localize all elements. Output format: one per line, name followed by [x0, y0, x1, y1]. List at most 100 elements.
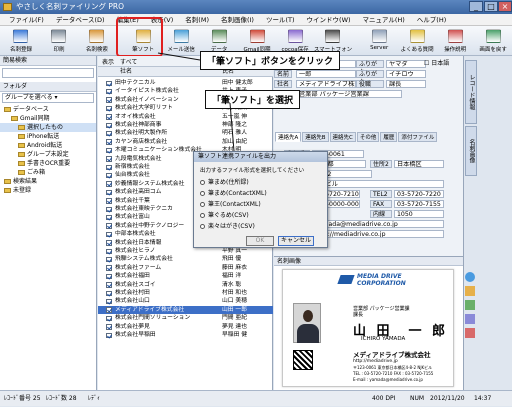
view-menu[interactable]: 表示	[102, 57, 114, 66]
close-button[interactable]: ×	[498, 1, 512, 12]
row-checkbox[interactable]	[106, 223, 112, 229]
menu-item[interactable]: マニュアル(H)	[357, 14, 411, 25]
row-checkbox[interactable]	[106, 122, 112, 128]
field-value[interactable]: yamada@mediadrive.co.jp	[312, 220, 444, 228]
tree-item[interactable]: グループ未設定	[0, 150, 96, 159]
row-checkbox[interactable]	[106, 231, 112, 238]
menu-item[interactable]: 名刺画像(I)	[215, 14, 260, 25]
toolbar-button-card-search[interactable]: 名刺検索	[78, 26, 116, 56]
row-checkbox[interactable]	[106, 172, 112, 179]
row-checkbox[interactable]	[106, 273, 112, 280]
row-checkbox[interactable]	[106, 240, 112, 246]
tree-item[interactable]: Android転送	[0, 141, 96, 150]
rotate-icon[interactable]	[465, 272, 475, 282]
field-value[interactable]: 1050	[394, 210, 444, 218]
row-checkbox[interactable]	[106, 198, 112, 204]
row-checkbox[interactable]	[106, 181, 112, 187]
list-row[interactable]: 株式会社山口 山口 美穂	[98, 297, 273, 305]
field-value[interactable]: 03-5720-7220	[394, 190, 444, 198]
zoom-icon[interactable]	[465, 300, 475, 310]
delete-image-icon[interactable]	[465, 328, 475, 338]
tree-item[interactable]: iPhone転送	[0, 132, 96, 141]
row-checkbox[interactable]	[106, 248, 112, 254]
toolbar-button-card-add[interactable]: 名刺登録	[2, 26, 40, 56]
detail-tab[interactable]: その他	[356, 132, 380, 142]
field-value[interactable]: 一郎	[296, 70, 356, 78]
radio-button[interactable]	[200, 180, 205, 185]
cancel-button[interactable]: キャンセル	[278, 236, 314, 246]
radio-button[interactable]	[200, 224, 205, 229]
field-value[interactable]: http://mediadrive.co.jp	[312, 230, 444, 238]
row-checkbox[interactable]	[106, 97, 112, 103]
row-checkbox[interactable]	[106, 80, 112, 86]
card-image-tab[interactable]: 名刺画像	[465, 126, 477, 176]
list-row[interactable]: 株式会社福田 福田 洋	[98, 272, 273, 280]
toolbar-button-help[interactable]: 操作説明	[436, 26, 474, 56]
ok-button[interactable]: OK	[246, 236, 274, 246]
row-checkbox[interactable]	[106, 88, 112, 95]
field-value[interactable]: NJKビル	[312, 180, 444, 188]
tree-item[interactable]: 未登録	[0, 186, 96, 195]
field-value[interactable]: イチロウ	[386, 70, 426, 78]
menu-item[interactable]: 名刺(M)	[179, 14, 215, 25]
row-checkbox[interactable]	[106, 147, 112, 154]
detail-tab[interactable]: 連絡先C	[329, 132, 356, 142]
format-option[interactable]: 筆ぐるめ(CSV)	[200, 211, 249, 220]
row-checkbox[interactable]	[106, 206, 112, 212]
toolbar-button-server[interactable]: Server	[360, 26, 398, 56]
tree-item[interactable]: ごみ箱	[0, 168, 96, 177]
detail-tab[interactable]: 連絡先B	[302, 132, 329, 142]
list-row[interactable]: 田中テクニカル 田中 健太郎	[98, 79, 273, 87]
list-row[interactable]: 株式会社スゴイ 清水 聡	[98, 281, 273, 289]
format-option[interactable]: 筆まめ(住所録)	[200, 178, 249, 187]
radio-button[interactable]	[200, 202, 205, 207]
format-option[interactable]: 筆王(ContactXML)	[200, 200, 261, 209]
format-option[interactable]: 楽々はがき(CSV)	[200, 222, 255, 231]
row-checkbox[interactable]	[106, 332, 112, 338]
record-info-tab[interactable]: レコード情報	[465, 60, 477, 124]
menu-item[interactable]: データベース(D)	[50, 14, 111, 25]
list-row[interactable]: 株式会社夢見 夢見 達也	[98, 323, 273, 331]
field-value[interactable]: メディアドライブ株式会社	[296, 80, 356, 88]
row-checkbox[interactable]	[106, 298, 112, 305]
flip-icon[interactable]	[465, 314, 475, 324]
list-row[interactable]: メディアドライブ株式会社 山田 一郎	[98, 305, 273, 315]
row-checkbox[interactable]	[106, 114, 112, 120]
menu-item[interactable]: ヘルプ(H)	[411, 14, 452, 25]
field-value[interactable]: 日本橋区	[394, 160, 444, 168]
row-checkbox[interactable]	[106, 189, 112, 196]
simple-search-input[interactable]	[2, 68, 94, 78]
tree-item[interactable]: 選択したもの	[0, 123, 96, 132]
filter-all[interactable]: すべて	[120, 57, 137, 66]
toolbar-button-faq[interactable]: よくある質問	[398, 26, 436, 56]
list-row[interactable]: 飛騨システム株式会社 飛田 優	[98, 255, 273, 263]
menu-item[interactable]: ツール(T)	[260, 14, 301, 25]
toolbar-button-printer[interactable]: 印刷	[40, 26, 78, 56]
tree-item[interactable]: 検索結果	[0, 177, 96, 186]
minimize-button[interactable]: _	[469, 1, 483, 12]
field-value[interactable]: 03-5720-7155	[394, 200, 444, 208]
field-value[interactable]: ヤマダ	[386, 60, 426, 68]
row-checkbox[interactable]	[106, 307, 112, 313]
detail-tab[interactable]: 添付ファイル	[398, 132, 438, 142]
list-row[interactable]: 株式会社ヒラノ 平野 真一	[98, 247, 273, 255]
list-row[interactable]: 株式会社門間ソリューション 門間 亜紀	[98, 314, 273, 322]
toolbar-button-restore[interactable]: 画面を戻す	[474, 26, 512, 56]
detail-tab[interactable]: 連絡先A	[275, 132, 302, 142]
tree-item[interactable]: Gmail同期	[0, 114, 96, 123]
row-checkbox[interactable]	[106, 139, 112, 145]
group-select[interactable]: グループを選べる ▾	[2, 93, 94, 103]
radio-button[interactable]	[200, 213, 205, 218]
row-checkbox[interactable]	[106, 282, 112, 288]
row-checkbox[interactable]	[106, 164, 112, 170]
menu-item[interactable]: ファイル(F)	[3, 14, 50, 25]
list-row[interactable]: 株式会社村田 村田 和也	[98, 289, 273, 297]
column-company[interactable]: 社名	[120, 67, 132, 77]
row-checkbox[interactable]	[106, 105, 112, 112]
row-checkbox[interactable]	[106, 315, 112, 322]
list-row[interactable]: 株式会社ファーム 藤田 麻衣	[98, 264, 273, 272]
list-row[interactable]: 株式会社早稲田 早稲田 健	[98, 331, 273, 339]
tree-item[interactable]: 手書きOCR重要	[0, 159, 96, 168]
row-checkbox[interactable]	[106, 265, 112, 271]
maximize-button[interactable]: □	[484, 1, 498, 12]
